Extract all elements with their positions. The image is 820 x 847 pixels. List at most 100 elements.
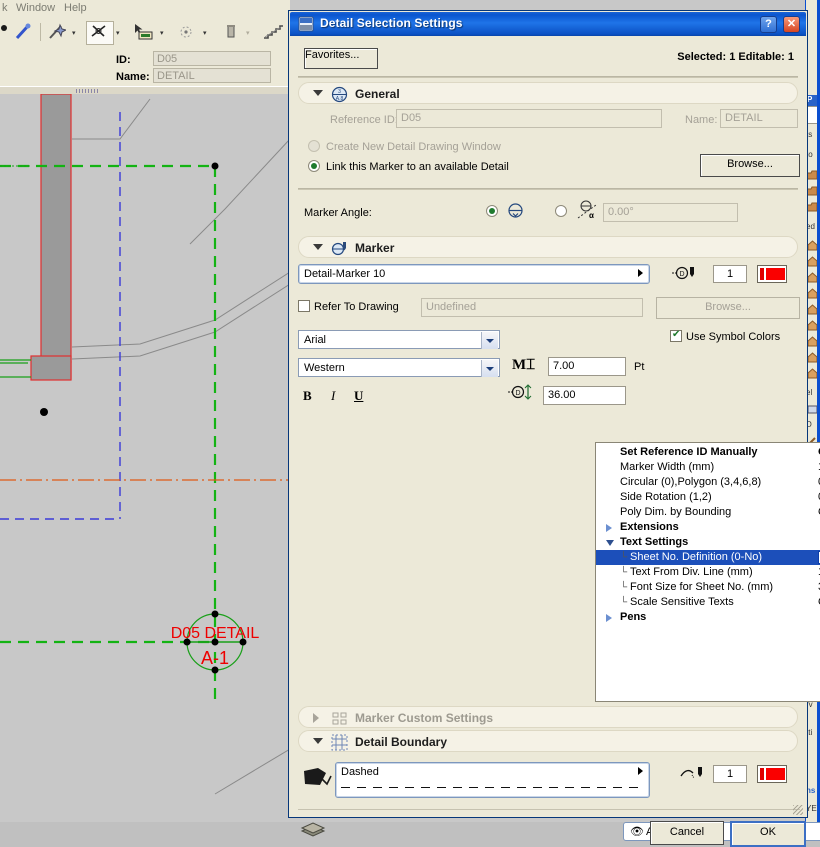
- chevron-down-icon-general: [313, 90, 323, 96]
- drawing-canvas[interactable]: D05 DETAIL A-1: [0, 94, 290, 822]
- help-button-label: ?: [765, 18, 772, 30]
- reference-id-field: D05: [396, 109, 662, 128]
- section-label-detail-boundary: Detail Boundary: [355, 735, 448, 749]
- parameter-rows: Set Reference ID ManuallyOffMarker Width…: [596, 445, 820, 625]
- chevron-right-icon-param[interactable]: [606, 524, 612, 532]
- cursor-label-icon[interactable]: [133, 23, 153, 41]
- parameter-name: Text From Div. Line (mm): [630, 566, 753, 578]
- text-size-unit: Pt: [634, 361, 645, 373]
- marker-pen-icon: D: [672, 265, 698, 285]
- section-header-detail-boundary[interactable]: Detail Boundary: [298, 730, 798, 752]
- boundary-pen-number[interactable]: 1: [713, 765, 747, 783]
- angle-auto-icon: [507, 202, 524, 222]
- section-header-general[interactable]: 3 A.8 General: [298, 82, 798, 104]
- boundary-pen-icon: [680, 765, 706, 785]
- chevron-down-icon-param[interactable]: [606, 540, 614, 546]
- underline-button[interactable]: U: [354, 388, 363, 404]
- parameter-list[interactable]: Set Reference ID ManuallyOffMarker Width…: [595, 442, 820, 702]
- marker-type-combo[interactable]: Detail-Marker 10: [298, 264, 650, 284]
- menu-item-help[interactable]: Help: [64, 2, 87, 14]
- parameter-name: Sheet No. Definition (0-No): [630, 551, 763, 563]
- svg-text:D: D: [515, 390, 520, 397]
- magic-wand-icon[interactable]: [48, 23, 68, 41]
- id-field[interactable]: D05: [153, 51, 271, 66]
- pen-size-field[interactable]: 36.00: [543, 386, 626, 405]
- chevron-right-icon-param[interactable]: [606, 614, 612, 622]
- radio-angle-custom[interactable]: [555, 205, 567, 217]
- text-size-icon: M⌶: [512, 357, 536, 373]
- cancel-button[interactable]: Cancel: [650, 821, 724, 845]
- general-detail-icon: 3 A.8: [331, 86, 348, 103]
- parameter-name: Pens: [620, 611, 647, 623]
- section-header-marker[interactable]: Marker: [298, 236, 798, 258]
- arrow-select-icon[interactable]: [90, 23, 108, 41]
- marker-angle-label: Marker Angle:: [304, 207, 372, 219]
- layers-icon: [300, 820, 326, 843]
- parameter-row[interactable]: └Font Size for Sheet No. (mm)3.00: [596, 580, 820, 595]
- divider-top: [298, 76, 798, 78]
- marker-icon: [331, 240, 348, 257]
- boundary-pen-color-swatch[interactable]: [757, 765, 787, 783]
- radio-angle-auto[interactable]: [486, 205, 498, 217]
- pillar-dropdown-arrow: ▾: [246, 30, 250, 37]
- parameter-row[interactable]: Pens: [596, 610, 820, 625]
- marker-type-value: Detail-Marker 10: [304, 268, 386, 280]
- parameter-row[interactable]: └Text From Div. Line (mm)1.00: [596, 565, 820, 580]
- boundary-line-type-combo[interactable]: Dashed: [335, 762, 650, 798]
- snap-points-icon[interactable]: [177, 23, 195, 41]
- refer-to-drawing-checkbox[interactable]: [298, 300, 310, 312]
- svg-text:3: 3: [338, 89, 341, 95]
- parameter-row[interactable]: Extensions: [596, 520, 820, 535]
- bold-button[interactable]: B: [303, 388, 312, 404]
- dialog-title: Detail Selection Settings: [320, 16, 463, 30]
- resize-grip[interactable]: [793, 805, 803, 815]
- eye-icon-footer: 👁: [630, 826, 644, 838]
- pillar-icon[interactable]: [222, 23, 240, 41]
- parameter-row[interactable]: Circular (0),Polygon (3,4,6,8)0: [596, 475, 820, 490]
- chevron-right-icon-custom: [313, 713, 319, 723]
- pen-bar: [760, 268, 764, 280]
- boundary-pen-bar: [760, 768, 764, 780]
- magic-wand-dropdown-arrow[interactable]: ▾: [72, 30, 79, 37]
- parameter-row[interactable]: Poly Dim. by BoundingOff: [596, 505, 820, 520]
- parameter-row[interactable]: Text Settings: [596, 535, 820, 550]
- marker-pen-color-swatch[interactable]: [757, 265, 787, 283]
- menu-item-window[interactable]: Window: [16, 2, 55, 14]
- eyedropper-icon[interactable]: [14, 23, 32, 41]
- snap-dropdown-arrow[interactable]: ▾: [203, 30, 210, 37]
- name-field[interactable]: DETAIL: [153, 68, 271, 83]
- help-button[interactable]: ?: [760, 16, 777, 33]
- detail-boundary-icon: [331, 734, 348, 751]
- boundary-line-preview: [341, 787, 641, 788]
- custom-settings-icon: [331, 710, 348, 727]
- favorites-button[interactable]: Favorites...: [304, 48, 378, 69]
- ok-button[interactable]: OK: [730, 821, 806, 847]
- stair-icon[interactable]: [262, 23, 284, 41]
- close-button[interactable]: ✕: [783, 16, 800, 33]
- browse-detail-button[interactable]: Browse...: [700, 154, 800, 177]
- cursor-label-dropdown-arrow[interactable]: ▾: [160, 30, 167, 37]
- close-icon: ✕: [786, 18, 797, 30]
- parameter-row[interactable]: Marker Width (mm)12.00: [596, 460, 820, 475]
- arrow-tool-dropdown-arrow[interactable]: ▾: [116, 30, 123, 37]
- section-header-marker-custom[interactable]: Marker Custom Settings: [298, 706, 798, 728]
- use-symbol-colors-checkbox[interactable]: [670, 329, 682, 342]
- detail-marker-icon: [298, 16, 314, 32]
- parameter-row[interactable]: Side Rotation (1,2)0: [596, 490, 820, 505]
- svg-text:α: α: [589, 211, 594, 220]
- italic-button[interactable]: I: [331, 388, 335, 404]
- parameter-row[interactable]: Set Reference ID ManuallyOff: [596, 445, 820, 460]
- parameter-row[interactable]: └Sheet No. Definition (0-No)A-1: [596, 550, 820, 565]
- font-script-combo[interactable]: Western: [298, 358, 500, 377]
- svg-text:D: D: [679, 271, 684, 278]
- font-family-combo[interactable]: Arial: [298, 330, 500, 349]
- parameter-row[interactable]: └Scale Sensitive TextsOn: [596, 595, 820, 610]
- menu-bar: k Window Help: [0, 0, 290, 18]
- parameter-name: Side Rotation (1,2): [620, 491, 712, 503]
- boundary-line-type-value: Dashed: [341, 766, 379, 778]
- marker-pen-number[interactable]: 1: [713, 265, 747, 283]
- menu-item-k[interactable]: k: [2, 2, 8, 14]
- radio-link-marker[interactable]: [308, 160, 320, 172]
- dialog-title-bar[interactable]: Detail Selection Settings ? ✕: [290, 12, 806, 36]
- text-size-field[interactable]: 7.00: [548, 357, 626, 376]
